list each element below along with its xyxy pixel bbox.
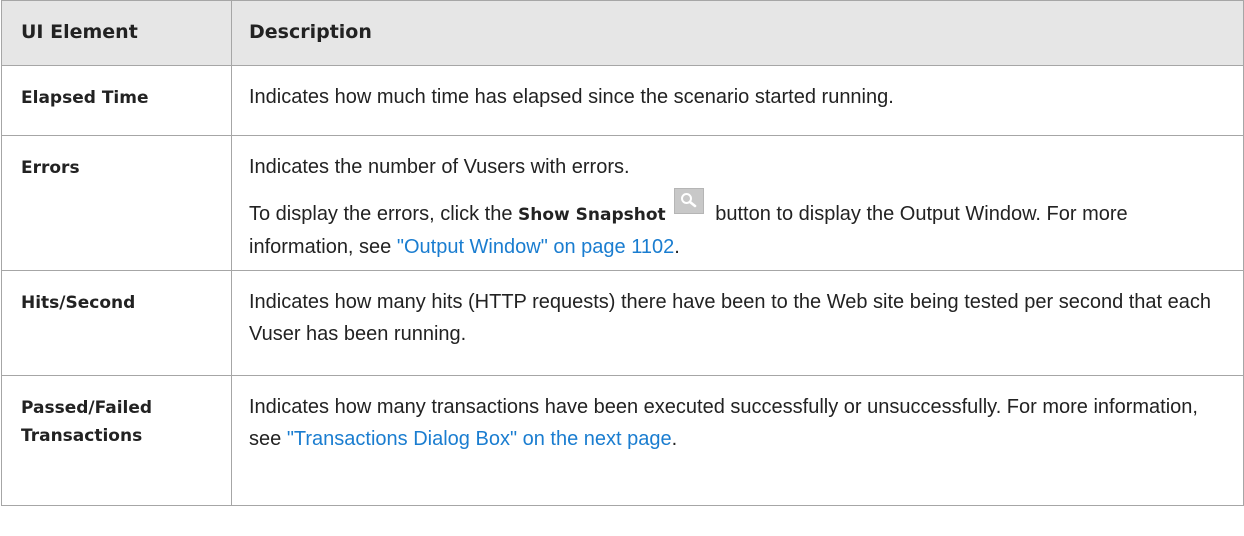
header-ui-element: UI Element: [1, 0, 232, 66]
desc-text: Indicates the number of Vusers with erro…: [249, 156, 630, 178]
desc-text-post: .: [674, 236, 680, 258]
output-window-link[interactable]: "Output Window" on page 1102: [397, 236, 674, 258]
desc-text-pre: To display the errors, click the: [249, 203, 518, 225]
desc-text: Indicates how many transactions have bee…: [249, 391, 1233, 455]
table-row: Elapsed Time Indicates how much time has…: [1, 65, 1244, 136]
row-desc-elapsed-time: Indicates how much time has elapsed sinc…: [231, 65, 1244, 136]
desc-text-snapshot: To display the errors, click the Show Sn…: [249, 188, 1233, 263]
table-row: Hits/Second Indicates how many hits (HTT…: [1, 270, 1244, 376]
desc-text: Indicates how much time has elapsed sinc…: [249, 86, 894, 108]
desc-text: Indicates how many hits (HTTP requests) …: [249, 291, 1212, 345]
transactions-dialog-link[interactable]: "Transactions Dialog Box" on the next pa…: [287, 428, 672, 450]
row-name-elapsed-time: Elapsed Time: [1, 65, 232, 136]
header-description: Description: [231, 0, 1244, 66]
table-row: Passed/Failed Transactions Indicates how…: [1, 375, 1244, 506]
row-desc-passed-failed: Indicates how many transactions have bee…: [231, 375, 1244, 506]
row-name-passed-failed: Passed/Failed Transactions: [1, 375, 232, 506]
magnifier-icon: [680, 193, 696, 208]
row-desc-errors: Indicates the number of Vusers with erro…: [231, 135, 1244, 271]
show-snapshot-label: Show Snapshot: [518, 205, 666, 225]
row-name-hits-second: Hits/Second: [1, 270, 232, 376]
name-line: Passed/Failed: [21, 398, 153, 418]
desc-text-post: .: [671, 428, 678, 450]
name-line: Transactions: [21, 426, 143, 446]
table-row: Errors Indicates the number of Vusers wi…: [1, 135, 1244, 271]
row-name-errors: Errors: [1, 135, 232, 271]
table-header-row: UI Element Description: [1, 0, 1244, 66]
row-desc-hits-second: Indicates how many hits (HTTP requests) …: [231, 270, 1244, 376]
show-snapshot-button[interactable]: [673, 188, 704, 214]
ui-element-table: UI Element Description Elapsed Time Indi…: [1, 0, 1244, 506]
